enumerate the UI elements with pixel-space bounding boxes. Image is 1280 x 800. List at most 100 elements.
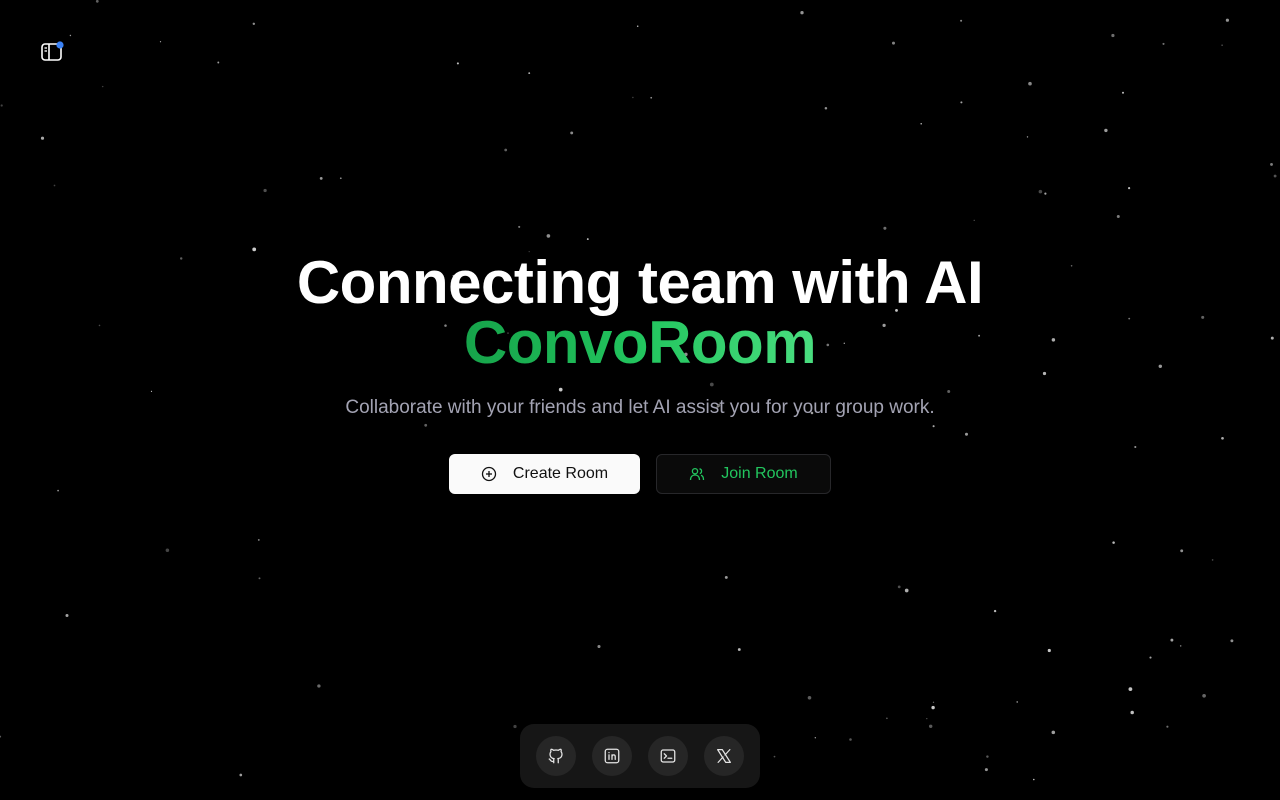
star [597, 644, 601, 649]
hero-section: Connecting team with AI ConvoRoom Collab… [0, 250, 1280, 494]
star [1149, 656, 1152, 659]
star [920, 122, 922, 125]
star [165, 548, 170, 553]
join-room-button[interactable]: Join Room [656, 454, 831, 494]
star [928, 724, 933, 729]
join-room-label: Join Room [721, 465, 798, 482]
plus-circle-icon [481, 466, 497, 482]
star [724, 575, 728, 579]
star [159, 41, 162, 43]
star [1166, 725, 1169, 728]
star [849, 738, 852, 741]
star [986, 755, 989, 758]
star [932, 701, 935, 703]
brand-name: ConvoRoom [463, 309, 817, 376]
star [504, 148, 508, 152]
star [1016, 701, 1018, 703]
star [0, 104, 3, 107]
star [0, 735, 2, 738]
star [1221, 44, 1223, 46]
notification-dot [56, 41, 64, 49]
star [513, 724, 517, 729]
hero-actions: Create Room Join Room [0, 454, 1280, 494]
create-room-label: Create Room [512, 465, 609, 482]
star [239, 773, 243, 777]
star [101, 85, 104, 88]
star [807, 696, 812, 700]
star [1130, 710, 1134, 715]
star [1270, 162, 1273, 166]
star [824, 107, 828, 110]
social-dock [520, 724, 760, 788]
star [1170, 638, 1174, 642]
star [1047, 648, 1051, 653]
star [1122, 91, 1124, 94]
github-link[interactable] [536, 736, 576, 776]
create-room-button[interactable]: Create Room [449, 454, 640, 494]
star [40, 136, 45, 140]
x-twitter-icon [717, 749, 731, 763]
landing-page: Connecting team with AI ConvoRoom Collab… [0, 0, 1280, 800]
star [319, 176, 323, 180]
star [650, 96, 653, 99]
star [814, 737, 816, 739]
star [1112, 541, 1115, 544]
star [518, 225, 521, 228]
star [65, 613, 69, 618]
star [1202, 693, 1206, 698]
star [931, 705, 935, 710]
star [1044, 192, 1047, 195]
star [1128, 187, 1131, 190]
star [892, 41, 895, 45]
star [339, 177, 342, 180]
tagline: Collaborate with your friends and let AI… [345, 397, 935, 418]
users-icon [690, 467, 705, 481]
star [1211, 559, 1214, 561]
linkedin-icon [604, 748, 620, 764]
star [69, 34, 72, 37]
star [528, 72, 531, 74]
star [317, 684, 321, 688]
star [960, 19, 963, 22]
star [257, 538, 260, 541]
star [973, 219, 975, 221]
star [737, 648, 741, 651]
star [904, 588, 909, 593]
star [1051, 730, 1056, 735]
star [1230, 639, 1234, 643]
star [1225, 18, 1229, 22]
star [546, 234, 551, 238]
star [883, 226, 887, 230]
star [252, 22, 256, 26]
star [897, 585, 901, 589]
app-logo[interactable] [40, 40, 66, 66]
star [773, 755, 776, 758]
terminal-link[interactable] [648, 736, 688, 776]
star [800, 11, 804, 15]
star [1116, 215, 1120, 218]
star [993, 609, 997, 613]
star [960, 101, 963, 104]
star [1162, 42, 1165, 45]
star [1028, 81, 1032, 86]
star [263, 188, 267, 193]
star [570, 131, 574, 135]
star [1273, 174, 1277, 178]
github-icon [548, 748, 563, 764]
star [586, 238, 589, 241]
star [1179, 645, 1182, 647]
star [1033, 778, 1035, 781]
star [258, 577, 261, 580]
x-twitter-link[interactable] [704, 736, 744, 776]
star [1128, 687, 1133, 691]
star [632, 96, 634, 99]
star [926, 717, 928, 720]
sidebar-panel-icon [41, 41, 64, 61]
headline: Connecting team with AI [296, 249, 984, 316]
star [984, 768, 988, 772]
star [217, 61, 220, 64]
star [1111, 33, 1115, 38]
star [1038, 189, 1043, 194]
linkedin-link[interactable] [592, 736, 632, 776]
star [1180, 549, 1184, 553]
